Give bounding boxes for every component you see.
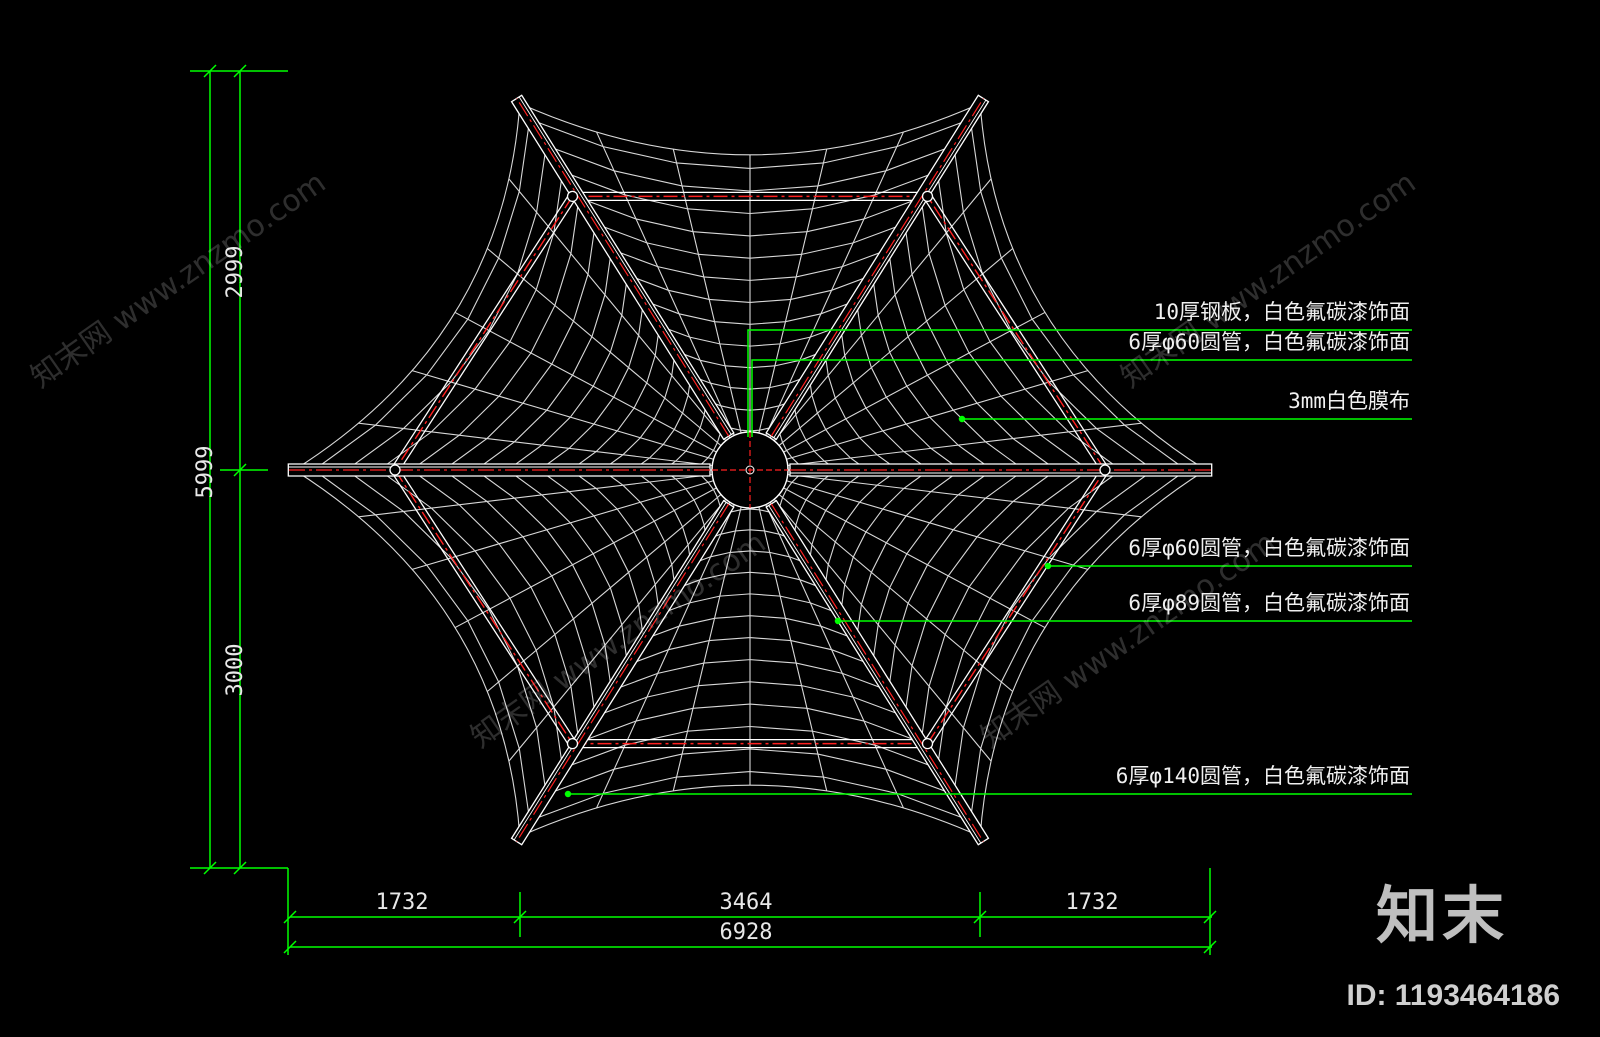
membrane-radial-strand xyxy=(749,469,1142,518)
membrane-radial-strand xyxy=(749,469,828,791)
membrane-radial-strand xyxy=(358,469,751,518)
radial-pipe-centerline xyxy=(770,98,984,437)
pipe-joint xyxy=(1099,464,1111,476)
note-membrane: 3mm白色膜布 xyxy=(1288,389,1410,413)
cad-drawing: 2999 5999 3000 1732 3464 1732 6928 10厚钢板… xyxy=(0,0,1600,1033)
pipe-joint xyxy=(389,464,401,476)
ring-pipe-centerline xyxy=(394,195,574,471)
membrane-edge xyxy=(294,103,521,471)
brand-logo: 知末 xyxy=(1375,879,1508,952)
ring-pipe-edge xyxy=(397,198,577,473)
pipe-joint xyxy=(566,190,579,203)
radial-pipe-inner-line xyxy=(518,96,732,435)
membrane-edge xyxy=(294,469,521,837)
radial-pipe-inner-line xyxy=(768,505,982,844)
pipe-joint xyxy=(921,737,934,750)
dim-horizontal-total: 6928 xyxy=(720,920,773,945)
membrane-radial-strand xyxy=(672,149,751,471)
pipe-joint xyxy=(921,190,934,203)
dim-vertical-total: 5999 xyxy=(193,446,218,499)
radial-pipe-centerline xyxy=(770,503,984,842)
pipe-joint xyxy=(566,737,579,750)
radial-pipe-centerline xyxy=(516,98,730,437)
membrane-edge xyxy=(519,784,981,837)
note-pipe-140: 6厚φ140圆管，白色氟碳漆饰面 xyxy=(1116,764,1410,788)
dim-horizontal-left: 1732 xyxy=(376,890,429,915)
membrane-radial-strand xyxy=(749,422,1142,471)
dim-vertical-lower: 3000 xyxy=(223,644,248,697)
membrane-radial-strand xyxy=(749,149,828,471)
ring-pipe-edge xyxy=(923,198,1103,473)
membrane-radial-strand xyxy=(672,469,751,791)
membrane-radial-strand xyxy=(358,422,751,471)
membrane-edge xyxy=(519,103,981,156)
membrane-edge xyxy=(979,103,1206,471)
image-id-label: ID: 1193464186 xyxy=(1346,979,1560,1012)
drawing-canvas: 2999 5999 3000 1732 3464 1732 6928 10厚钢板… xyxy=(190,64,1412,955)
center-hub xyxy=(711,431,789,509)
dim-horizontal-middle: 3464 xyxy=(720,890,773,915)
dim-horizontal-right: 1732 xyxy=(1066,890,1119,915)
ring-pipe-centerline xyxy=(926,195,1106,471)
